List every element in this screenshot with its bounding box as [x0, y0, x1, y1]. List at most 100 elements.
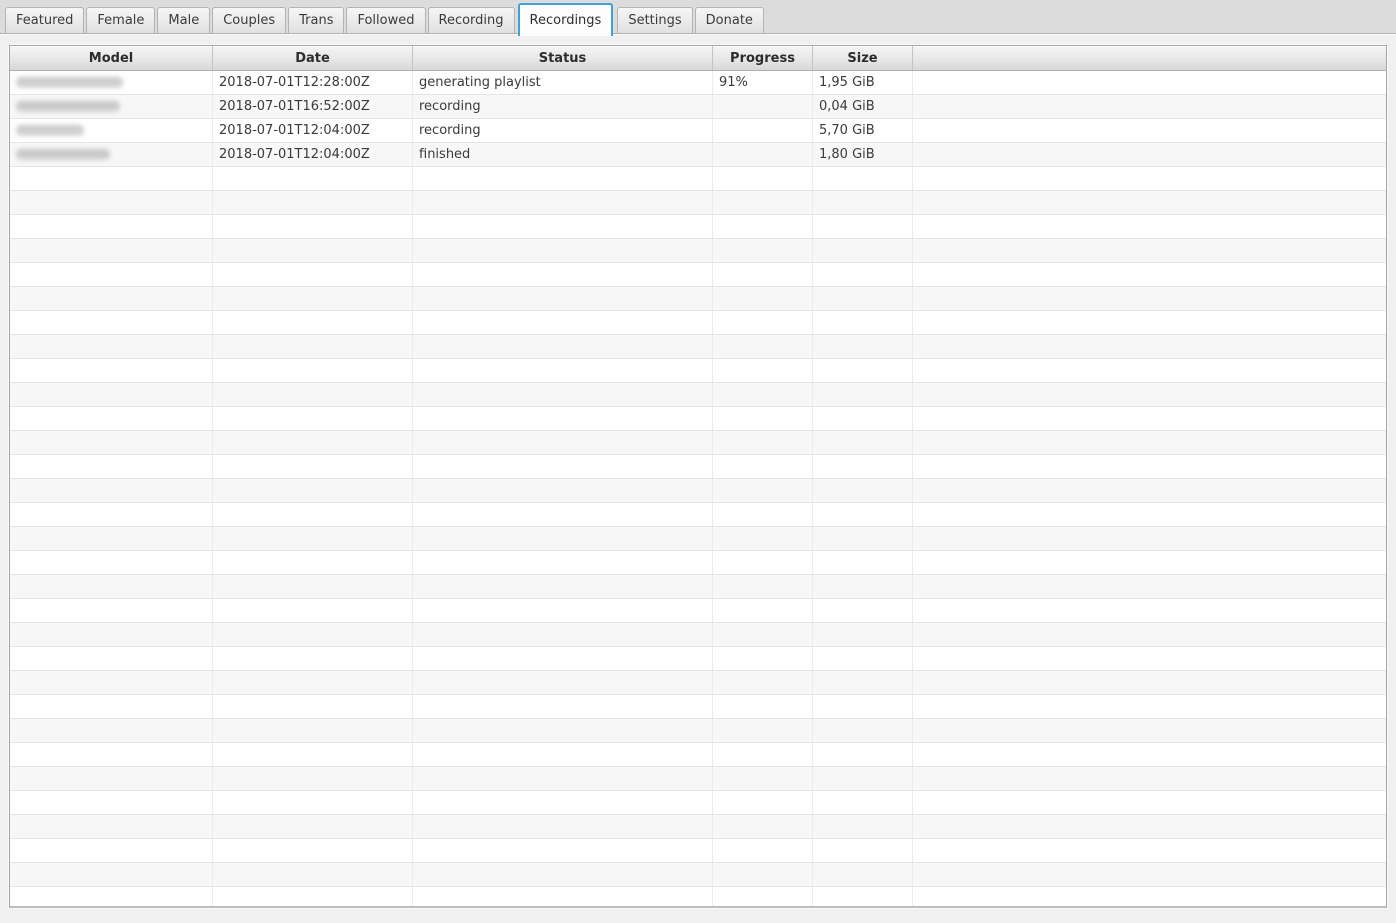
cell-text: recording: [419, 123, 481, 138]
cell-empty: [713, 599, 813, 622]
tab-label: Followed: [357, 13, 415, 28]
column-header-date[interactable]: Date: [213, 46, 413, 70]
cell-empty: [213, 719, 413, 742]
cell-text: recording: [419, 99, 481, 114]
cell-text: 5,70 GiB: [819, 123, 875, 138]
cell-empty: [213, 647, 413, 670]
cell-empty: [10, 575, 213, 598]
cell-text: 1,95 GiB: [819, 75, 875, 90]
column-header-model[interactable]: Model: [10, 46, 213, 70]
table-row-empty: [10, 623, 1386, 647]
table-row-empty: [10, 335, 1386, 359]
cell-filler: [913, 887, 1386, 906]
cell-date: 2018-07-01T12:04:00Z: [213, 143, 413, 166]
cell-date: 2018-07-01T12:28:00Z: [213, 71, 413, 94]
cell-model: [10, 119, 213, 142]
cell-size: 1,95 GiB: [813, 71, 913, 94]
cell-empty: [213, 551, 413, 574]
cell-size: 5,70 GiB: [813, 119, 913, 142]
tab-settings[interactable]: Settings: [617, 7, 693, 33]
tab-trans[interactable]: Trans: [288, 7, 345, 33]
tab-bar: Featured Female Male Couples Trans Followed Re…: [0, 0, 1396, 36]
cell-empty: [713, 863, 813, 886]
cell-empty: [813, 335, 913, 358]
table-row-empty: [10, 407, 1386, 431]
table-row-empty: [10, 527, 1386, 551]
tab-label: Featured: [16, 13, 74, 28]
table-row[interactable]: 2018-07-01T12:28:00Z generating playlist 9…: [10, 71, 1386, 95]
cell-model: [10, 95, 213, 118]
cell-filler: [913, 239, 1386, 262]
cell-empty: [213, 479, 413, 502]
cell-empty: [10, 191, 213, 214]
cell-empty: [713, 551, 813, 574]
cell-filler: [913, 695, 1386, 718]
cell-empty: [213, 503, 413, 526]
tab-recording[interactable]: Recording: [427, 7, 515, 33]
tab-label: Couples: [223, 13, 276, 28]
cell-filler: [913, 503, 1386, 526]
tab-male[interactable]: Male: [157, 7, 211, 33]
cell-empty: [713, 719, 813, 742]
tab-label: Female: [97, 13, 145, 28]
column-header-status[interactable]: Status: [413, 46, 713, 70]
tab-couples[interactable]: Couples: [212, 7, 287, 33]
recordings-table: Model Date Status Progress Size 2018-07-01T1…: [9, 45, 1387, 908]
cell-empty: [813, 719, 913, 742]
cell-filler: [913, 623, 1386, 646]
cell-empty: [713, 431, 813, 454]
table-row[interactable]: 2018-07-01T16:52:00Z recording 0,04 GiB: [10, 95, 1386, 119]
cell-empty: [413, 215, 713, 238]
table-row[interactable]: 2018-07-01T12:04:00Z finished 1,80 GiB: [10, 143, 1386, 167]
cell-empty: [413, 815, 713, 838]
table-row-empty: [10, 383, 1386, 407]
cell-empty: [213, 575, 413, 598]
cell-filler: [913, 95, 1386, 118]
cell-empty: [10, 383, 213, 406]
cell-empty: [713, 407, 813, 430]
cell-date: 2018-07-01T12:04:00Z: [213, 119, 413, 142]
cell-empty: [213, 311, 413, 334]
cell-empty: [813, 167, 913, 190]
cell-filler: [913, 599, 1386, 622]
cell-empty: [10, 791, 213, 814]
cell-text: 2018-07-01T12:28:00Z: [219, 75, 370, 90]
tab-followed[interactable]: Followed: [346, 7, 426, 33]
table-row-empty: [10, 359, 1386, 383]
cell-empty: [713, 647, 813, 670]
table-row[interactable]: 2018-07-01T12:04:00Z recording 5,70 GiB: [10, 119, 1386, 143]
cell-filler: [913, 575, 1386, 598]
cell-empty: [10, 599, 213, 622]
cell-empty: [813, 767, 913, 790]
tab-recordings[interactable]: Recordings: [517, 3, 614, 36]
tab-female[interactable]: Female: [86, 7, 156, 33]
cell-empty: [10, 167, 213, 190]
cell-empty: [413, 791, 713, 814]
column-header-progress[interactable]: Progress: [713, 46, 813, 70]
cell-empty: [713, 767, 813, 790]
cell-empty: [813, 431, 913, 454]
cell-empty: [413, 767, 713, 790]
column-header-size[interactable]: Size: [813, 46, 913, 70]
cell-empty: [10, 767, 213, 790]
cell-empty: [213, 431, 413, 454]
table-row-empty: [10, 599, 1386, 623]
cell-empty: [413, 191, 713, 214]
cell-empty: [10, 431, 213, 454]
tab-featured[interactable]: Featured: [5, 7, 85, 33]
table-row-empty: [10, 239, 1386, 263]
cell-empty: [713, 671, 813, 694]
cell-empty: [713, 263, 813, 286]
cell-empty: [413, 239, 713, 262]
cell-filler: [913, 407, 1386, 430]
table-row-empty: [10, 551, 1386, 575]
cell-empty: [413, 479, 713, 502]
cell-filler: [913, 335, 1386, 358]
cell-empty: [10, 743, 213, 766]
cell-empty: [713, 191, 813, 214]
cell-empty: [213, 599, 413, 622]
tab-donate[interactable]: Donate: [694, 7, 764, 33]
cell-empty: [813, 863, 913, 886]
cell-empty: [413, 167, 713, 190]
cell-empty: [813, 407, 913, 430]
